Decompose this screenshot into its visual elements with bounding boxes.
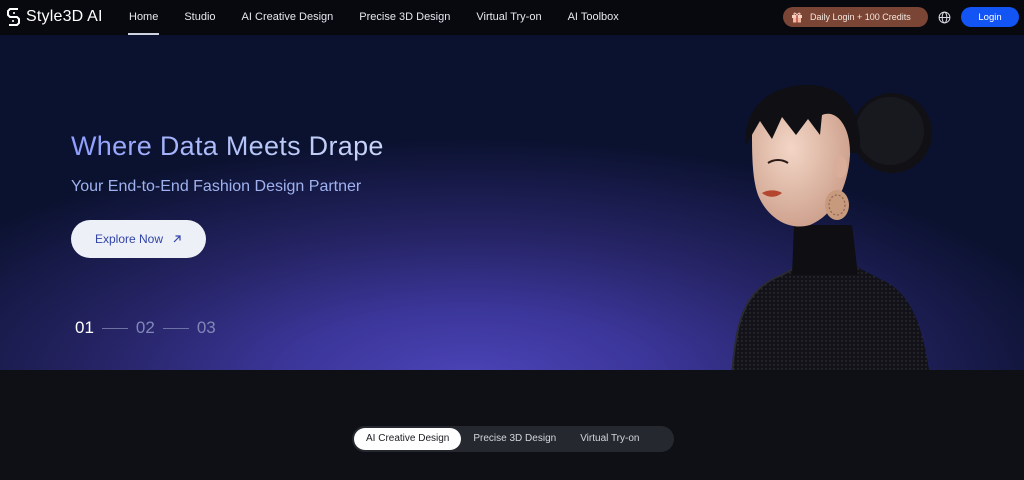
hero-pager: 01 02 03 — [75, 318, 216, 338]
main-nav: Home Studio AI Creative Design Precise 3… — [116, 0, 632, 35]
feature-tabs: AI Creative Design Precise 3D Design Vir… — [352, 426, 674, 452]
gift-icon — [792, 12, 802, 23]
tab-precise-3d-design[interactable]: Precise 3D Design — [461, 428, 568, 450]
pager-divider — [162, 327, 189, 329]
pager-item-02[interactable]: 02 — [136, 318, 155, 338]
daily-credits-label: Daily Login + 100 Credits — [810, 12, 911, 22]
daily-credits-button[interactable]: Daily Login + 100 Credits — [783, 7, 928, 27]
nav-ai-toolbox[interactable]: AI Toolbox — [555, 0, 632, 35]
style3d-logo-icon — [7, 8, 20, 26]
nav-ai-creative-design[interactable]: AI Creative Design — [229, 0, 347, 35]
explore-now-button[interactable]: Explore Now — [71, 220, 206, 258]
pager-item-01[interactable]: 01 — [75, 318, 94, 338]
pager-divider — [101, 327, 128, 329]
nav-studio[interactable]: Studio — [171, 0, 228, 35]
nav-precise-3d-design[interactable]: Precise 3D Design — [346, 0, 463, 35]
hero-subtitle: Your End-to-End Fashion Design Partner — [71, 178, 362, 195]
top-navbar: Style3D AI Home Studio AI Creative Desig… — [0, 0, 1024, 35]
explore-now-label: Explore Now — [94, 232, 164, 246]
feature-section: AI Creative Design Precise 3D Design Vir… — [0, 370, 1024, 480]
pager-item-03[interactable]: 03 — [197, 318, 216, 338]
brand-logo[interactable]: Style3D AI — [6, 7, 103, 27]
tab-ai-creative-design[interactable]: AI Creative Design — [354, 428, 462, 450]
arrow-up-right-icon — [173, 235, 181, 243]
brand-name: Style3D AI — [26, 8, 103, 25]
nav-home[interactable]: Home — [116, 0, 171, 35]
hero-banner: Where Data Meets Drape Your End-to-End F… — [0, 35, 1024, 370]
login-button[interactable]: Login — [961, 7, 1019, 27]
hero-title: Where Data Meets Drape — [71, 131, 384, 161]
page: Style3D AI Home Studio AI Creative Desig… — [0, 0, 1024, 480]
tab-virtual-try-on[interactable]: Virtual Try-on — [568, 428, 651, 450]
hero-model-image — [731, 84, 932, 370]
nav-virtual-try-on[interactable]: Virtual Try-on — [463, 0, 554, 35]
globe-icon[interactable] — [938, 11, 951, 24]
